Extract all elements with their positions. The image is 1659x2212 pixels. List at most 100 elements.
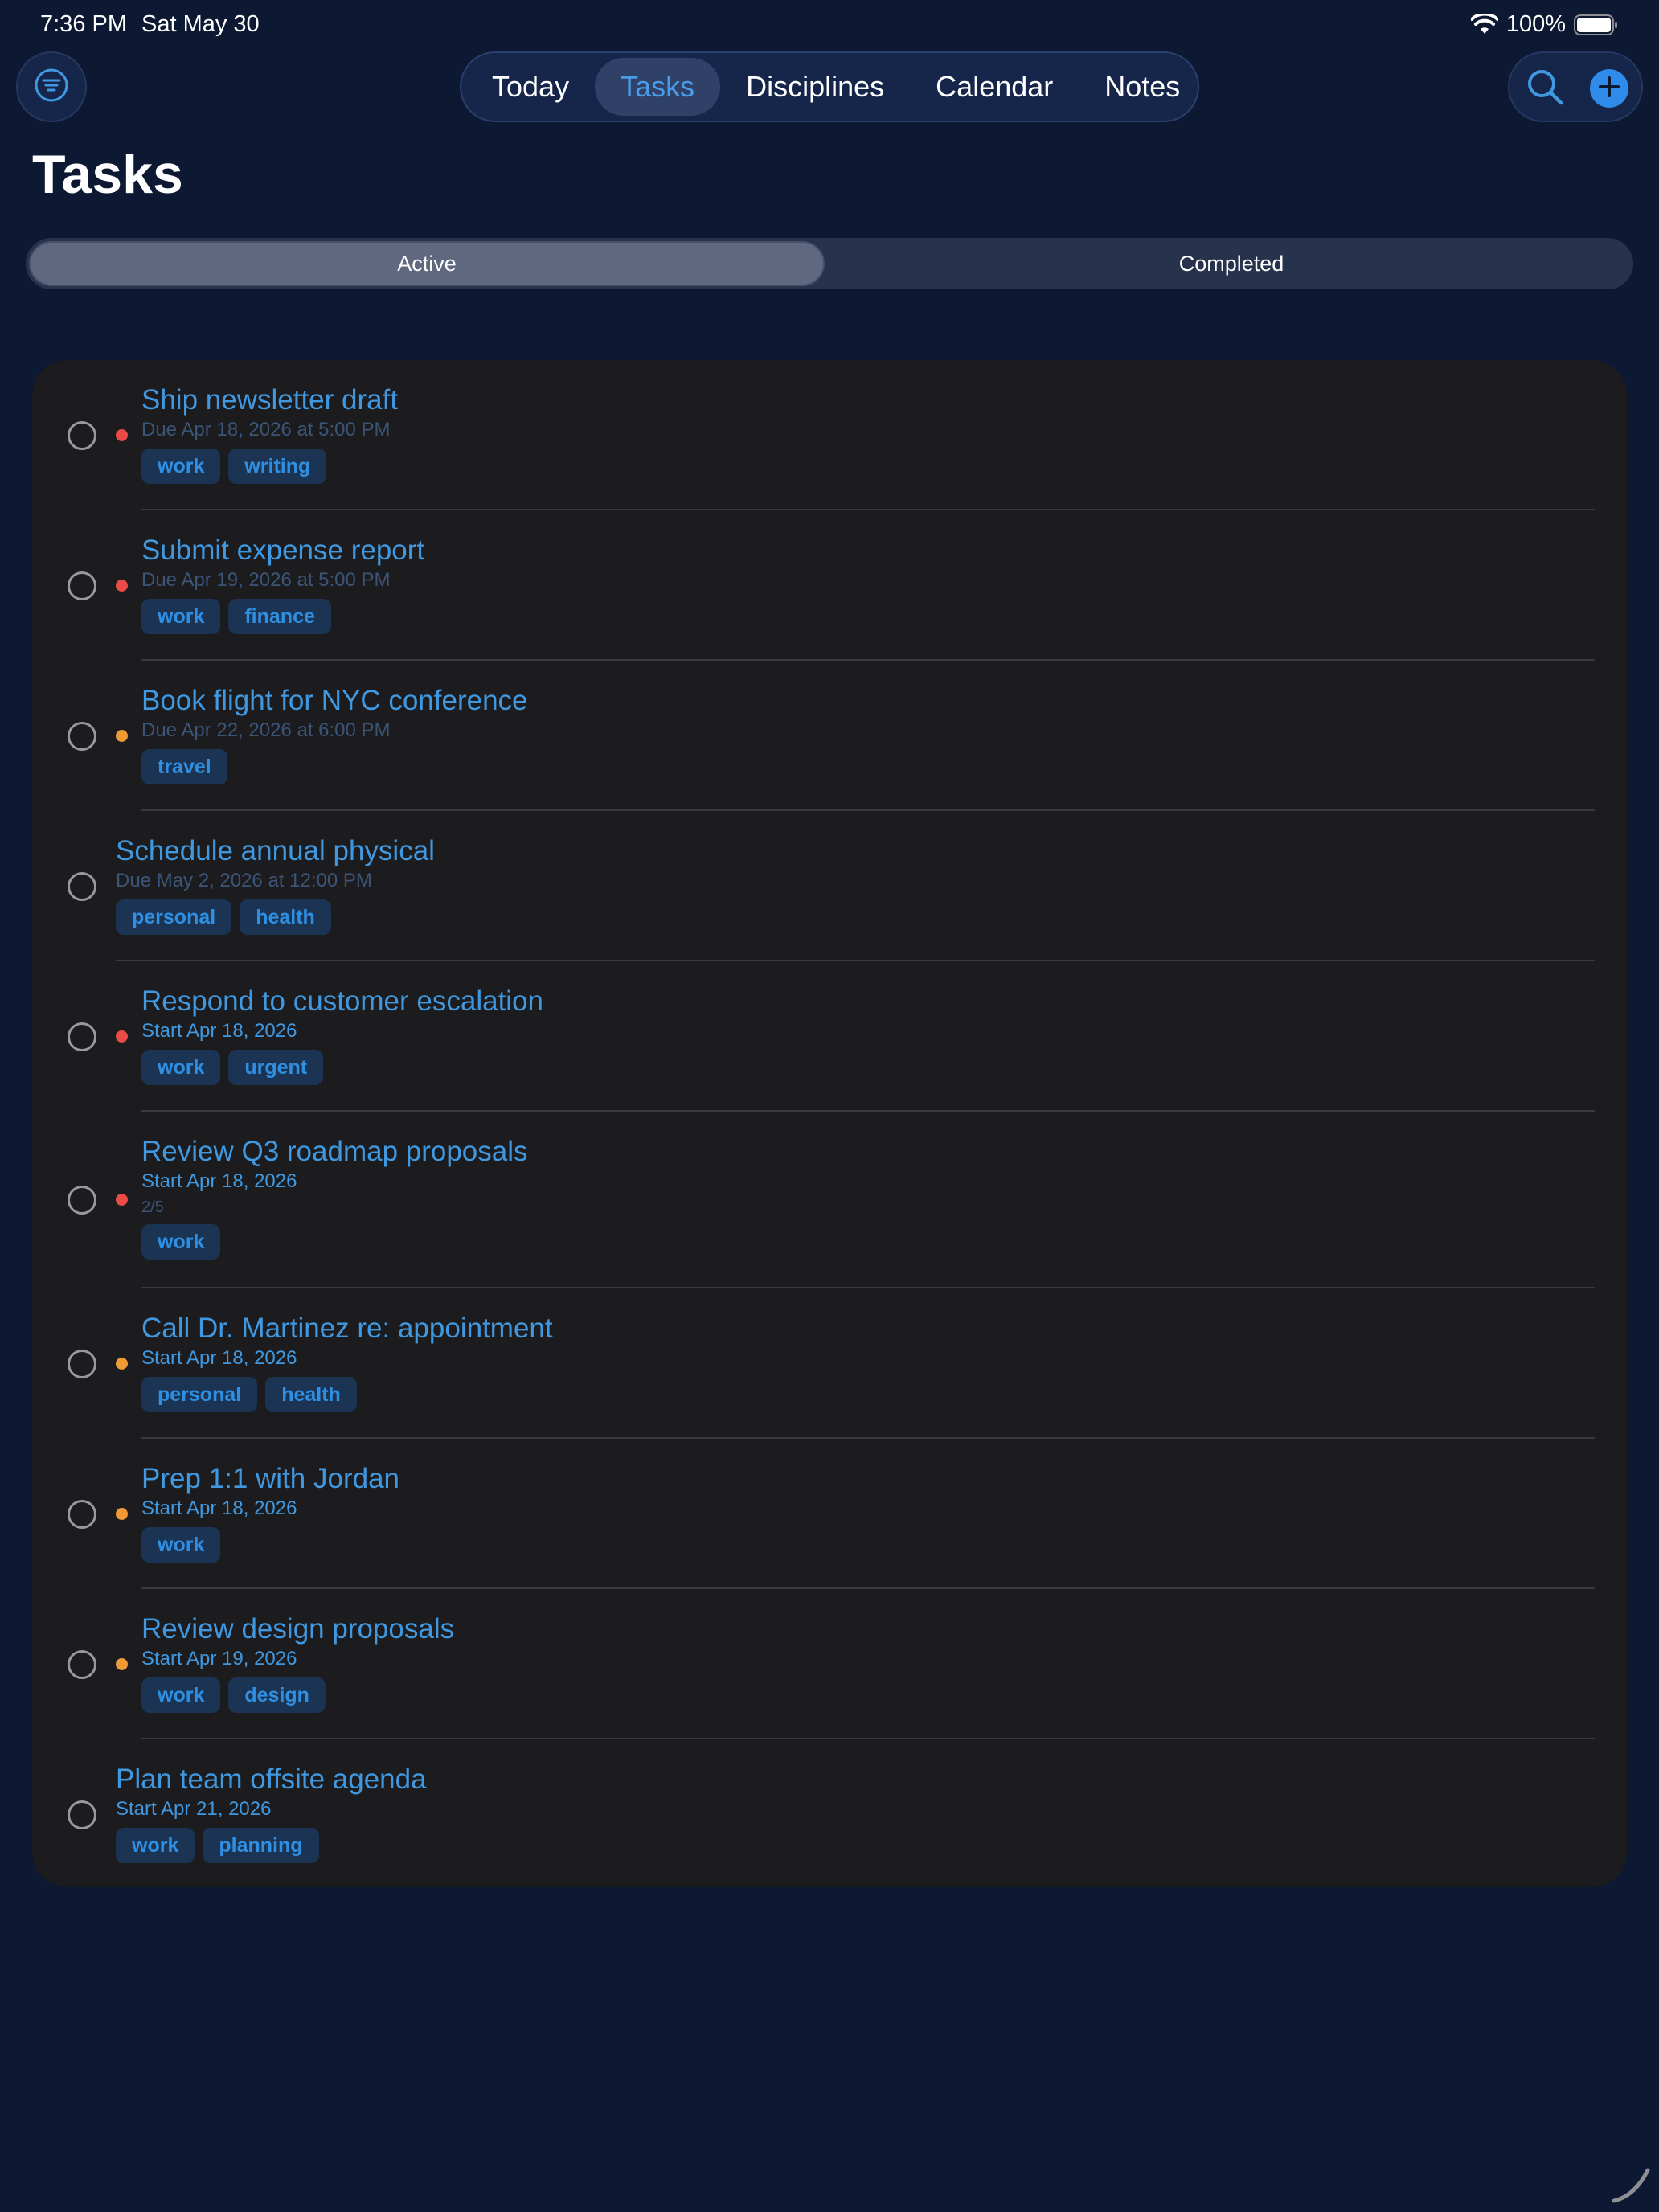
task-title: Prep 1:1 with Jordan	[141, 1463, 400, 1494]
task-date: Due Apr 22, 2026 at 6:00 PM	[141, 719, 391, 741]
status-bar: 7:36 PM Sat May 30 100%	[0, 0, 1659, 51]
tag-chip[interactable]: health	[265, 1377, 357, 1412]
priority-indicator	[116, 1508, 128, 1520]
tag-chip[interactable]: personal	[141, 1377, 258, 1412]
task-content: Book flight for NYC conference Due Apr 22…	[141, 685, 1595, 784]
task-title: Review design proposals	[141, 1613, 455, 1645]
tab-tasks[interactable]: Tasks	[595, 58, 721, 116]
task-content: Prep 1:1 with Jordan Start Apr 18, 2026 wo…	[141, 1463, 1595, 1563]
task-title: Respond to customer escalation	[141, 985, 543, 1017]
task-complete-checkbox[interactable]	[68, 722, 96, 751]
task-date: Start Apr 18, 2026	[141, 1347, 297, 1369]
task-complete-checkbox[interactable]	[68, 1800, 96, 1829]
status-date: Sat May 30	[141, 11, 260, 37]
tag-chip[interactable]: finance	[228, 599, 331, 634]
wifi-icon	[1470, 14, 1498, 35]
task-date: Due May 2, 2026 at 12:00 PM	[116, 870, 372, 891]
tag-chip[interactable]: work	[141, 599, 221, 634]
tag-chip[interactable]: work	[141, 449, 221, 484]
tab-disciplines[interactable]: Disciplines	[720, 58, 910, 116]
task-row[interactable]: Respond to customer escalation Start Apr …	[32, 961, 1627, 1112]
resize-handle-icon[interactable]	[1611, 2164, 1651, 2204]
task-tags: work	[141, 1527, 1595, 1563]
tag-chip[interactable]: work	[141, 1527, 221, 1563]
plus-icon	[1598, 76, 1620, 102]
task-content: Review design proposals Start Apr 19, 202…	[141, 1613, 1595, 1713]
task-complete-checkbox[interactable]	[68, 1500, 96, 1529]
tag-chip[interactable]: personal	[116, 899, 232, 935]
search-button[interactable]	[1521, 64, 1569, 113]
task-date: Start Apr 21, 2026	[116, 1798, 272, 1820]
task-complete-checkbox[interactable]	[68, 1350, 96, 1378]
task-title: Book flight for NYC conference	[141, 685, 528, 716]
tab-today[interactable]: Today	[466, 58, 595, 116]
tag-chip[interactable]: work	[116, 1828, 195, 1863]
subtask-progress: 2/5	[141, 1198, 164, 1216]
tag-chip[interactable]: work	[141, 1224, 221, 1260]
task-tags: personal health	[141, 1377, 1595, 1412]
task-title: Submit expense report	[141, 535, 425, 566]
tag-chip[interactable]: health	[240, 899, 331, 935]
priority-indicator	[116, 730, 128, 742]
search-icon	[1525, 67, 1565, 111]
task-row[interactable]: Review Q3 roadmap proposals Start Apr 18,…	[32, 1112, 1627, 1288]
page-title: Tasks	[32, 144, 183, 205]
status-time: 7:36 PM	[40, 11, 127, 37]
task-content: Plan team offsite agenda Start Apr 21, 20…	[116, 1763, 1595, 1863]
status-segmented-control: Active Completed	[26, 238, 1633, 289]
task-title: Schedule annual physical	[116, 835, 435, 866]
task-content: Schedule annual physical Due May 2, 2026 …	[116, 835, 1595, 935]
tag-chip[interactable]: work	[141, 1050, 221, 1085]
priority-indicator	[116, 1658, 128, 1670]
task-tags: work	[141, 1224, 1595, 1260]
task-complete-checkbox[interactable]	[68, 571, 96, 600]
task-row[interactable]: Book flight for NYC conference Due Apr 22…	[32, 661, 1627, 811]
task-row[interactable]: Submit expense report Due Apr 19, 2026 at…	[32, 510, 1627, 661]
task-content: Submit expense report Due Apr 19, 2026 at…	[141, 535, 1595, 634]
task-complete-checkbox[interactable]	[68, 421, 96, 450]
task-complete-checkbox[interactable]	[68, 872, 96, 901]
task-title: Plan team offsite agenda	[116, 1763, 427, 1795]
segment-completed[interactable]: Completed	[830, 241, 1633, 286]
task-row[interactable]: Call Dr. Martinez re: appointment Start A…	[32, 1288, 1627, 1439]
task-row[interactable]: Plan team offsite agenda Start Apr 21, 20…	[32, 1739, 1627, 1887]
task-tags: work planning	[116, 1828, 1595, 1863]
task-tags: travel	[141, 749, 1595, 784]
task-tags: personal health	[116, 899, 1595, 935]
task-content: Respond to customer escalation Start Apr …	[141, 985, 1595, 1085]
filter-icon	[34, 68, 69, 107]
task-row[interactable]: Review design proposals Start Apr 19, 202…	[32, 1589, 1627, 1739]
task-tags: work finance	[141, 599, 1595, 634]
task-date: Due Apr 19, 2026 at 5:00 PM	[141, 569, 391, 591]
task-list: Ship newsletter draft Due Apr 18, 2026 at…	[32, 360, 1627, 1887]
segment-active[interactable]: Active	[29, 241, 825, 286]
task-date: Due Apr 18, 2026 at 5:00 PM	[141, 419, 391, 440]
task-content: Ship newsletter draft Due Apr 18, 2026 at…	[141, 384, 1595, 484]
task-row[interactable]: Ship newsletter draft Due Apr 18, 2026 at…	[32, 360, 1627, 510]
battery-percent: 100%	[1505, 11, 1566, 37]
task-tags: work design	[141, 1677, 1595, 1713]
task-title: Ship newsletter draft	[141, 384, 399, 416]
tag-chip[interactable]: planning	[203, 1828, 319, 1863]
tag-chip[interactable]: urgent	[228, 1050, 324, 1085]
task-tags: work urgent	[141, 1050, 1595, 1085]
add-task-button[interactable]	[1590, 69, 1628, 108]
task-complete-checkbox[interactable]	[68, 1186, 96, 1215]
task-complete-checkbox[interactable]	[68, 1022, 96, 1051]
filter-button[interactable]	[16, 51, 87, 122]
tab-calendar[interactable]: Calendar	[910, 58, 1079, 116]
tag-chip[interactable]: writing	[228, 449, 327, 484]
task-title: Call Dr. Martinez re: appointment	[141, 1313, 553, 1344]
tag-chip[interactable]: travel	[141, 749, 227, 784]
task-date: Start Apr 18, 2026	[141, 1020, 297, 1042]
tag-chip[interactable]: design	[228, 1677, 326, 1713]
tag-chip[interactable]: work	[141, 1677, 221, 1713]
toolbar-actions	[1508, 51, 1643, 122]
task-row[interactable]: Schedule annual physical Due May 2, 2026 …	[32, 811, 1627, 961]
task-complete-checkbox[interactable]	[68, 1650, 96, 1679]
task-date: Start Apr 18, 2026	[141, 1170, 297, 1192]
battery-icon	[1574, 14, 1619, 35]
task-row[interactable]: Prep 1:1 with Jordan Start Apr 18, 2026 wo…	[32, 1439, 1627, 1589]
priority-indicator	[116, 1358, 128, 1370]
tab-notes[interactable]: Notes	[1079, 58, 1206, 116]
